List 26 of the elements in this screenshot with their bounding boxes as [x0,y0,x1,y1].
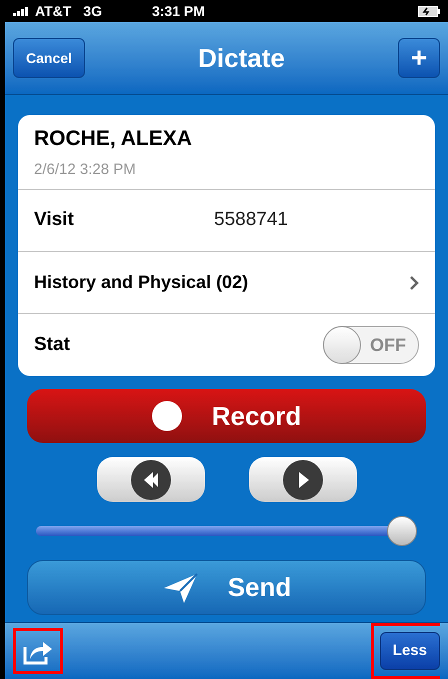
visit-datetime: 2/6/12 3:28 PM [34,160,137,180]
carrier-label: AT&T [35,2,72,20]
row-label: Stat [34,332,70,357]
playback-slider[interactable] [36,516,417,546]
play-button[interactable] [248,457,356,502]
play-icon [282,460,322,500]
row-label: Visit [34,208,75,232]
add-button[interactable]: + [398,38,440,78]
patient-name: ROCHE, ALEXA [34,126,193,152]
cancel-button[interactable]: Cancel [13,38,85,78]
record-dot-icon [152,401,182,431]
signal-icon [13,6,31,16]
rewind-button[interactable] [96,457,204,502]
chevron-icon [410,276,419,290]
paper-plane-icon [162,572,198,604]
rewind-icon [130,460,170,500]
network-label: 3G [83,2,102,20]
screen-title: Dictate [198,42,285,74]
toggle-switch[interactable]: OFF [323,326,419,364]
battery-icon [418,6,440,16]
list-row[interactable]: History and Physical (02) [18,252,435,314]
row-value: 5588741 [214,208,288,232]
record-button[interactable]: Record [27,389,426,443]
clock: 3:31 PM [152,2,205,20]
less-button[interactable]: Less [380,632,440,670]
send-button[interactable]: Send [27,560,426,615]
